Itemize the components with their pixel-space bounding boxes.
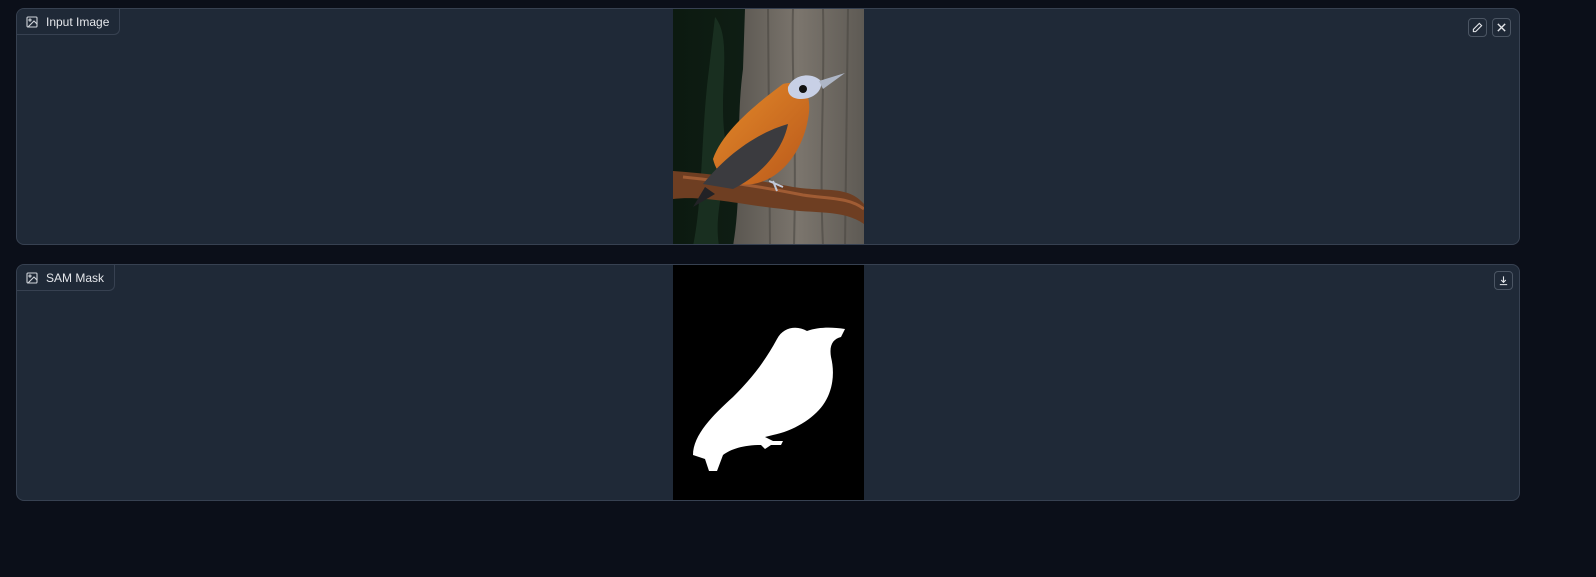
- download-button[interactable]: [1494, 271, 1513, 290]
- input-image-label-text: Input Image: [46, 14, 110, 29]
- image-icon: [26, 271, 38, 284]
- bird-photo: [673, 9, 864, 244]
- image-icon: [26, 15, 38, 28]
- sam-mask-image: [673, 265, 864, 500]
- sam-mask-label: SAM Mask: [17, 265, 116, 291]
- sam-mask-label-text: SAM Mask: [46, 270, 105, 285]
- clear-button[interactable]: [1492, 18, 1511, 37]
- download-icon: [1499, 276, 1508, 286]
- close-icon: [1497, 23, 1506, 32]
- input-image-label: Input Image: [17, 9, 121, 35]
- sam-mask-panel: SAM Mask: [16, 264, 1520, 501]
- input-image-photo[interactable]: [673, 9, 864, 244]
- mask-silhouette: [673, 265, 864, 500]
- edit-button[interactable]: [1468, 18, 1487, 37]
- input-image-panel[interactable]: Input Image: [16, 8, 1520, 245]
- pencil-icon: [1472, 22, 1483, 33]
